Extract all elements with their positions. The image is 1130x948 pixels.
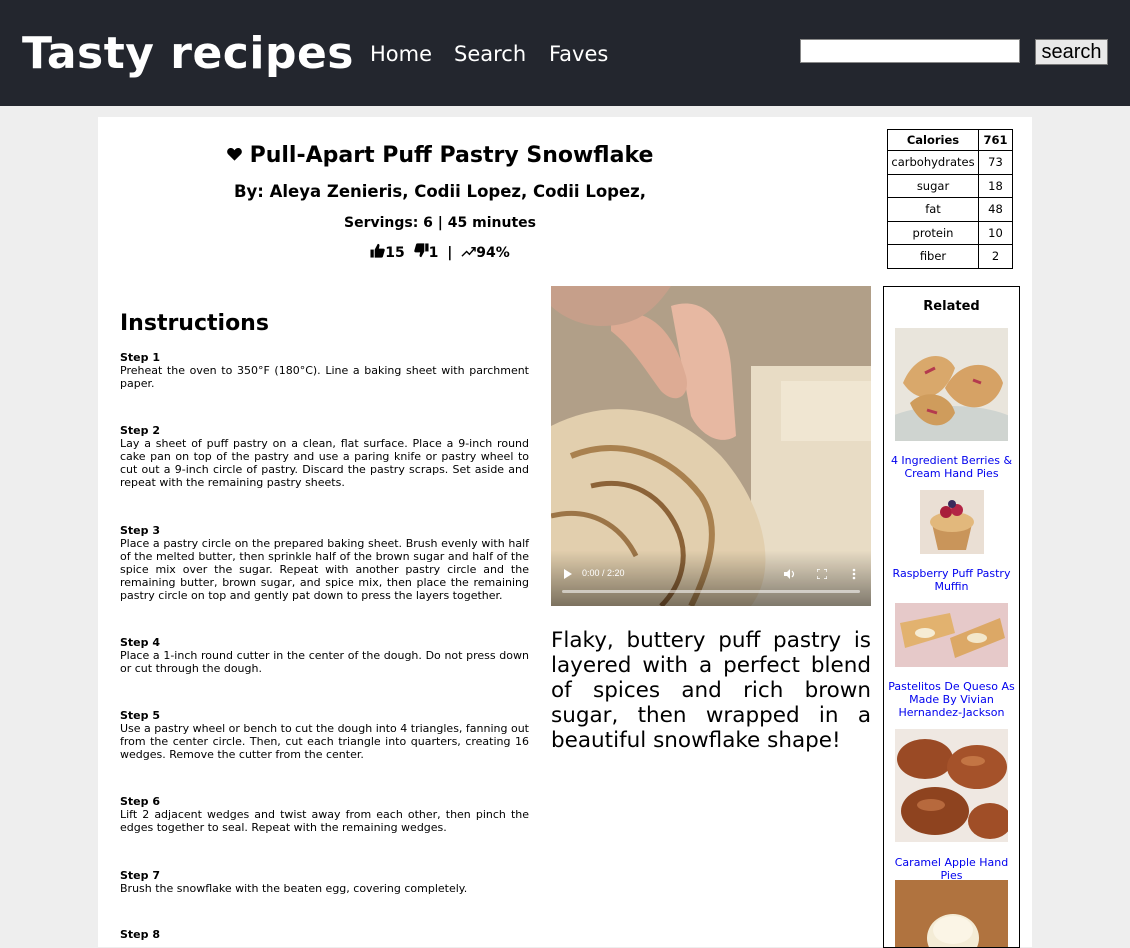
step-text: Place a 1-inch round cutter in the cente…	[120, 649, 529, 675]
nav-home-link[interactable]: Home	[370, 40, 432, 68]
step-text: Brush the snowflake with the beaten egg,…	[120, 882, 468, 895]
related-thumbnail[interactable]	[895, 880, 1008, 947]
step-text: Preheat the oven to 350°F (180°C). Line …	[120, 364, 529, 390]
instruction-step: Step 8	[120, 928, 529, 941]
step-label: Step 1	[120, 351, 160, 364]
instruction-step: Step 3 Place a pastry circle on the prepa…	[120, 524, 529, 602]
recipe-authors: By: Aleya Zenieris, Codii Lopez, Codii L…	[233, 182, 647, 201]
related-link[interactable]: Pastelitos De Queso As Made By Vivian He…	[884, 680, 1019, 719]
nutrition-label: sugar	[887, 173, 979, 198]
hand-pies-image	[895, 328, 1008, 441]
nutrition-label: fiber	[887, 244, 979, 269]
step-text: Place a pastry circle on the prepared ba…	[120, 537, 529, 602]
trending-up-icon	[461, 247, 476, 257]
instruction-step: Step 4 Place a 1-inch round cutter in the…	[120, 636, 529, 675]
step-label: Step 6	[120, 795, 160, 808]
nutrition-row: carbohydrates 73	[887, 150, 1013, 175]
nutrition-row: protein 10	[887, 220, 1013, 245]
nutrition-row: fiber 2	[887, 244, 1013, 269]
nutrition-row: Calories 761	[887, 129, 1013, 151]
step-label: Step 2	[120, 424, 160, 437]
nutrition-table: Calories 761 carbohydrates 73 sugar 18 fat…	[887, 129, 1013, 269]
instruction-step: Step 2 Lay a sheet of puff pastry on a cl…	[120, 424, 529, 489]
nutrition-row: fat 48	[887, 197, 1013, 222]
related-panel: Related 4 Ingredient Berries & Cream Han…	[883, 286, 1020, 948]
instruction-step: Step 6 Lift 2 adjacent wedges and twist a…	[120, 795, 529, 834]
score-percent: 94%	[476, 245, 510, 261]
top-navbar: Tasty recipes Home Search Faves search	[0, 0, 1130, 106]
recipe-votes: 15 1 | 94%	[190, 242, 690, 264]
nutrition-label: carbohydrates	[887, 150, 979, 175]
site-brand[interactable]: Tasty recipes	[22, 28, 354, 80]
step-text: Lift 2 adjacent wedges and twist away fr…	[120, 808, 529, 834]
nav-faves-link[interactable]: Faves	[549, 40, 608, 68]
instruction-step: Step 7 Brush the snowflake with the beate…	[120, 869, 529, 895]
heart-icon[interactable]	[226, 147, 242, 161]
instructions-heading: Instructions	[120, 311, 269, 336]
muffin-image	[920, 490, 984, 554]
step-text: Use a pastry wheel or bench to cut the d…	[120, 722, 529, 761]
recipe-servings: Servings: 6 | 45 minutes	[343, 215, 536, 231]
nutrition-value: 18	[978, 173, 1013, 198]
video-progress-bar[interactable]	[562, 590, 860, 593]
video-time: 0:00 / 2:20	[582, 568, 625, 578]
nutrition-value: 10	[978, 220, 1013, 245]
related-link[interactable]: Caramel Apple Hand Pies	[884, 856, 1019, 882]
step-label: Step 8	[120, 928, 160, 941]
step-label: Step 3	[120, 524, 160, 537]
thumbs-up-icon[interactable]	[370, 243, 385, 258]
nutrition-label: Calories	[887, 129, 979, 151]
search-input[interactable]	[800, 39, 1020, 63]
instruction-step: Step 5 Use a pastry wheel or bench to cut…	[120, 709, 529, 761]
related-thumbnail[interactable]	[920, 490, 984, 554]
related-thumbnail[interactable]	[895, 603, 1008, 667]
nav-search-link[interactable]: Search	[454, 40, 526, 68]
play-icon[interactable]	[563, 569, 573, 579]
step-label: Step 7	[120, 869, 160, 882]
step-label: Step 4	[120, 636, 160, 649]
search-button[interactable]: search	[1035, 39, 1108, 65]
recipe-video[interactable]: 0:00 / 2:20	[551, 286, 871, 606]
nutrition-value: 761	[978, 129, 1013, 151]
step-text: Lay a sheet of puff pastry on a clean, f…	[120, 437, 529, 489]
nutrition-value: 48	[978, 197, 1013, 222]
more-options-icon[interactable]	[852, 568, 856, 580]
thumbs-down-icon[interactable]	[413, 243, 429, 258]
nutrition-label: protein	[887, 220, 979, 245]
nutrition-label: fat	[887, 197, 979, 222]
votes-separator: |	[447, 245, 453, 261]
related-link[interactable]: Raspberry Puff Pastry Muffin	[884, 567, 1019, 593]
nutrition-value: 73	[978, 150, 1013, 175]
instruction-step: Step 1 Preheat the oven to 350°F (180°C).…	[120, 351, 529, 390]
related-thumbnail[interactable]	[895, 328, 1008, 441]
step-label: Step 5	[120, 709, 160, 722]
thumbs-down-count: 1	[428, 245, 439, 261]
pastelitos-image	[895, 603, 1008, 667]
recipe-title-text: Pull-Apart Puff Pastry Snowflake	[249, 143, 654, 168]
nutrition-value: 2	[978, 244, 1013, 269]
fullscreen-icon[interactable]	[817, 569, 827, 579]
related-thumbnail[interactable]	[895, 729, 1008, 842]
caramel-pies-image	[895, 729, 1008, 842]
recipe-title: Pull-Apart Puff Pastry Snowflake	[190, 141, 690, 171]
recipe-description: Flaky, buttery puff pastry is layered wi…	[551, 628, 871, 753]
volume-icon[interactable]	[784, 569, 796, 579]
nutrition-row: sugar 18	[887, 173, 1013, 198]
related-link[interactable]: 4 Ingredient Berries & Cream Hand Pies	[884, 454, 1019, 480]
dessert-image	[895, 880, 1008, 947]
related-title: Related	[923, 299, 980, 314]
thumbs-up-count: 15	[385, 245, 405, 261]
